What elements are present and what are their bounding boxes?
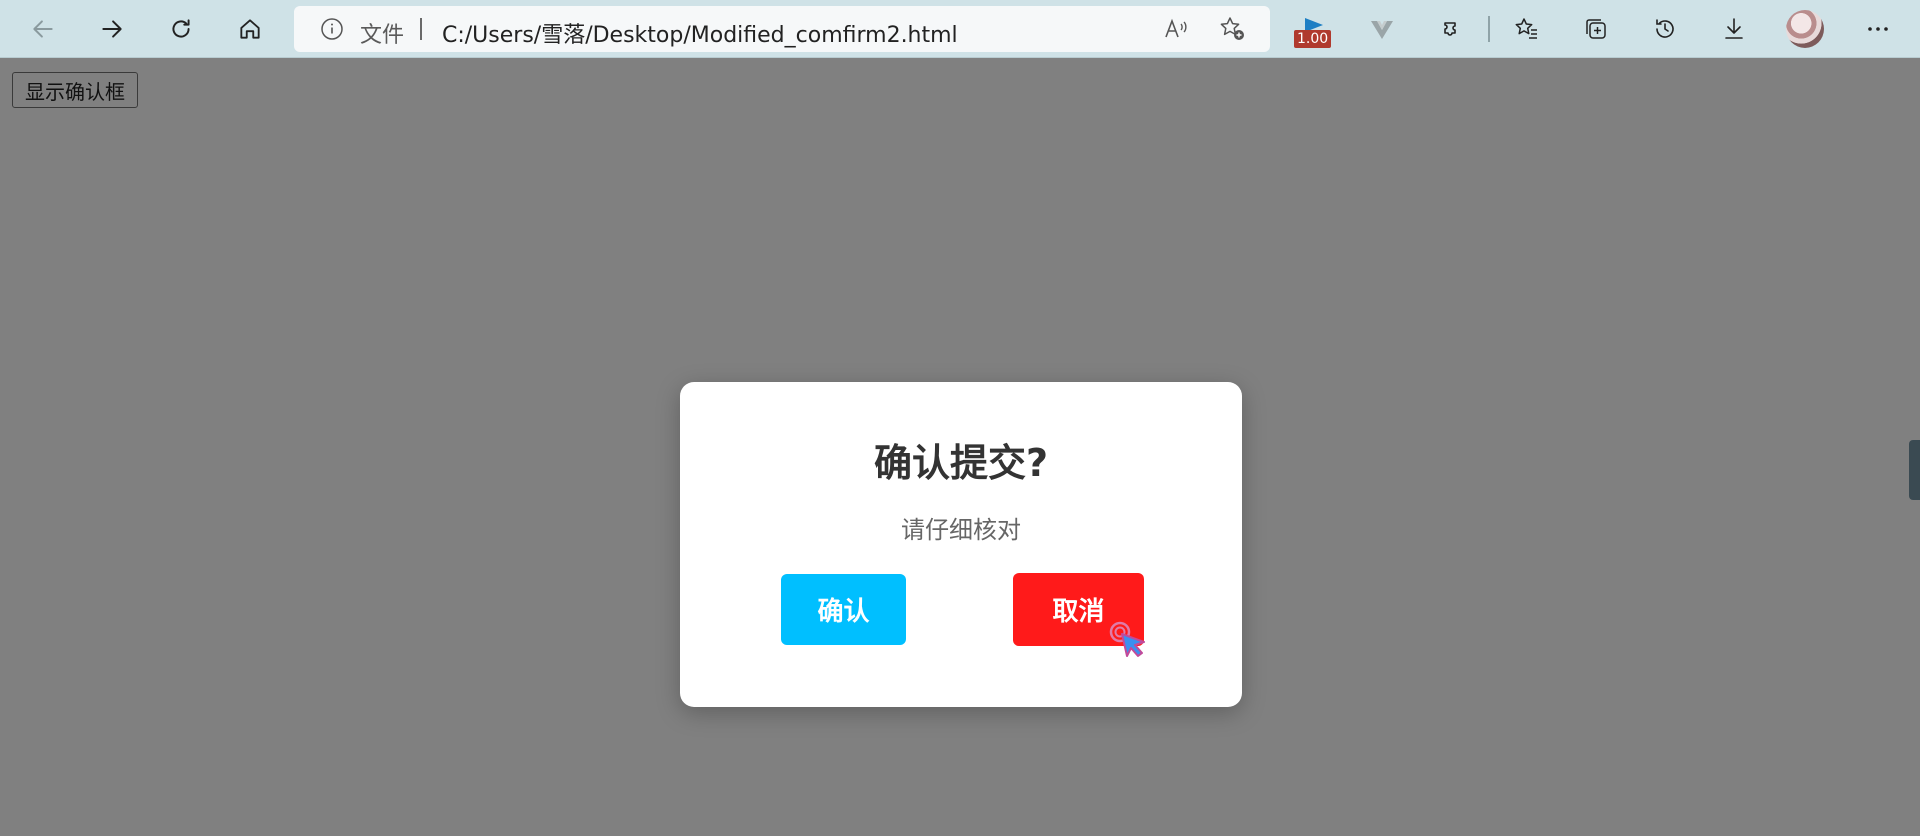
more-menu-button[interactable] — [1858, 9, 1898, 49]
read-aloud-icon[interactable] — [1162, 15, 1190, 43]
add-favorite-icon[interactable] — [1218, 15, 1246, 43]
home-icon — [240, 19, 260, 39]
back-button[interactable] — [23, 9, 63, 49]
collections-icon — [1586, 19, 1606, 39]
history-button[interactable] — [1645, 9, 1685, 49]
vue-devtools-button[interactable] — [1362, 9, 1402, 49]
downloads-button[interactable] — [1714, 9, 1754, 49]
extension-badge: 1.00 — [1294, 30, 1332, 48]
dialog-message: 请仔细核对 — [901, 516, 1021, 544]
vue-icon — [1371, 21, 1393, 39]
arrow-right-icon — [102, 20, 122, 38]
profile-avatar[interactable] — [1786, 10, 1824, 48]
favorites-button[interactable] — [1507, 9, 1547, 49]
mouse-cursor-icon — [1109, 621, 1145, 657]
show-confirm-button[interactable]: 显示确认框 — [12, 72, 138, 108]
address-bar[interactable]: 文件 C:/Users/雪落/Desktop/Modified_comfirm2… — [294, 6, 1270, 52]
puzzle-icon — [1444, 22, 1456, 36]
browser-toolbar: 文件 C:/Users/雪落/Desktop/Modified_comfirm2… — [0, 0, 1920, 58]
forward-button[interactable] — [92, 9, 132, 49]
address-separator — [420, 18, 422, 40]
more-dots-icon — [1868, 27, 1888, 31]
refresh-icon — [172, 19, 190, 38]
side-panel-handle[interactable] — [1909, 440, 1920, 500]
toolbar-divider — [1488, 16, 1490, 42]
address-scheme-label: 文件 — [360, 23, 405, 48]
address-url[interactable]: C:/Users/雪落/Desktop/Modified_comfirm2.ht… — [442, 17, 958, 49]
info-icon[interactable] — [320, 17, 344, 41]
dialog-title: 确认提交? — [873, 441, 1049, 485]
confirm-button[interactable]: 确认 — [781, 574, 906, 645]
refresh-button[interactable] — [161, 9, 201, 49]
arrow-left-icon — [33, 20, 53, 38]
favorites-icon — [1515, 18, 1537, 39]
history-icon — [1656, 19, 1674, 38]
confirm-dialog: 确认提交? 请仔细核对 确认 取消 — [680, 382, 1242, 707]
collections-button[interactable] — [1576, 9, 1616, 49]
extensions-button[interactable] — [1431, 9, 1471, 49]
download-icon — [1725, 18, 1743, 39]
home-button[interactable] — [230, 9, 270, 49]
